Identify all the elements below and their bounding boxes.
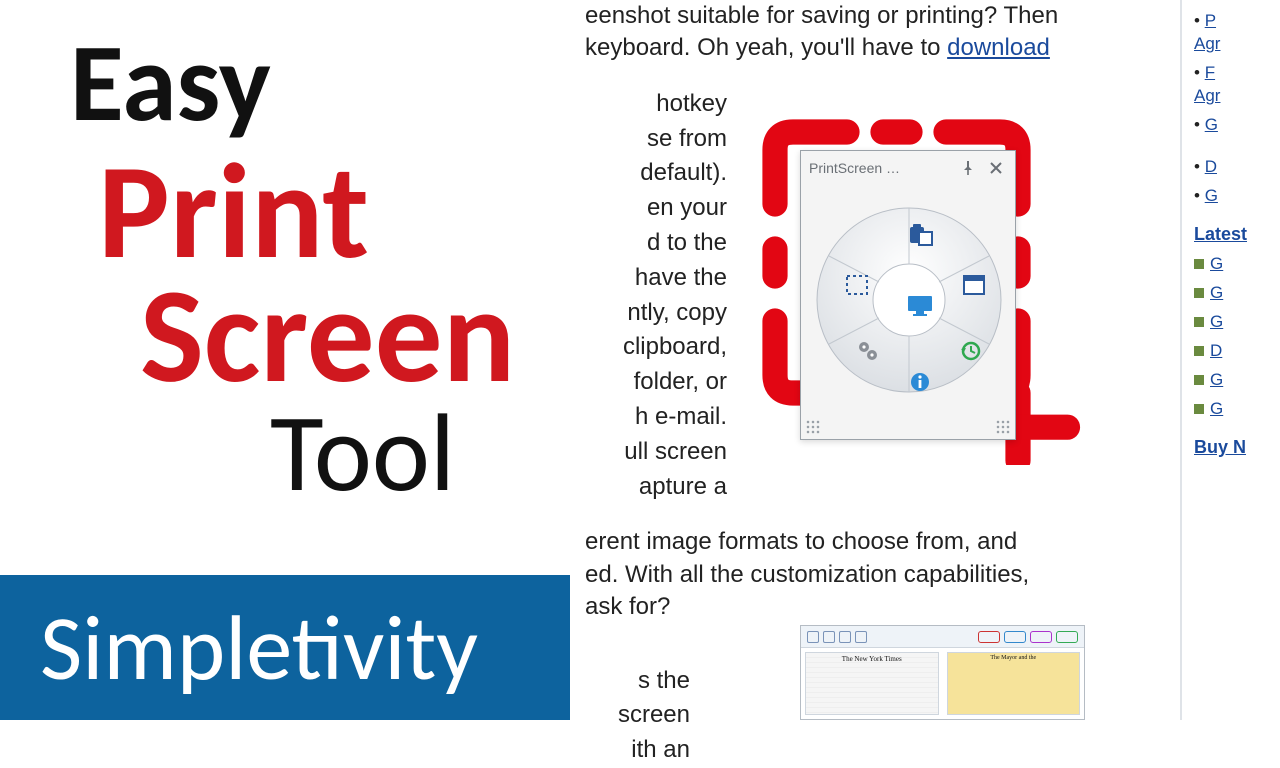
sidebar-link[interactable]: G <box>1205 115 1218 134</box>
brand-label: Simpletivity <box>40 591 478 704</box>
title-word-screen: Screen <box>140 274 550 398</box>
popup-titlebar[interactable]: PrintScreen … <box>801 151 1015 185</box>
sidebar-link[interactable]: G <box>1210 370 1223 389</box>
sidebar-heading: Latest <box>1194 224 1280 245</box>
sidebar-link[interactable]: D <box>1210 341 1222 360</box>
download-link[interactable]: download <box>947 34 1050 61</box>
sidebar-link[interactable]: Agr <box>1194 86 1220 105</box>
brand-badge: Simpletivity <box>0 575 570 720</box>
sidebar-link[interactable]: G <box>1210 312 1223 331</box>
resize-grip-icon[interactable] <box>805 419 821 435</box>
close-icon[interactable] <box>985 157 1007 179</box>
sidebar-link[interactable]: D <box>1205 157 1217 176</box>
thumbnail-toolbar <box>801 626 1084 648</box>
sidebar-heading: Buy N <box>1194 437 1280 458</box>
sidebar-link[interactable]: G <box>1210 283 1223 302</box>
popup-title: PrintScreen … <box>809 160 900 176</box>
sidebar-link[interactable]: G <box>1205 186 1218 205</box>
sidebar-link[interactable]: P <box>1205 11 1216 30</box>
sidebar-link[interactable]: F <box>1205 63 1215 82</box>
resize-grip-icon[interactable] <box>995 419 1011 435</box>
editor-thumbnail: The New York Times The Mayor and the <box>800 625 1085 720</box>
sidebar-link[interactable]: G <box>1210 399 1223 418</box>
sidebar: P Agr F Agr G D G Latest G G G D G G Buy… <box>1180 0 1280 720</box>
sidebar-link[interactable]: Agr <box>1194 34 1220 53</box>
capture-wheel <box>801 185 1017 425</box>
pin-icon[interactable] <box>957 157 979 179</box>
sidebar-link[interactable]: G <box>1210 254 1223 273</box>
printscreen-popup[interactable]: PrintScreen … <box>800 150 1016 440</box>
thumbnail-title: Easy Print Screen Tool <box>70 15 550 508</box>
